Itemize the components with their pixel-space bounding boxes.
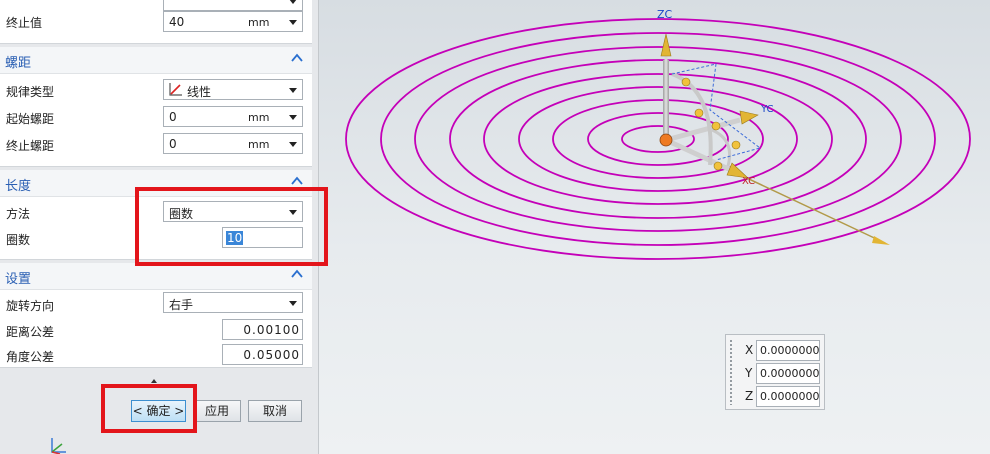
section-title: 长度 <box>5 179 32 194</box>
end-value-value: 40 <box>169 15 185 29</box>
x-coord-value: 0.0000000 <box>760 344 820 357</box>
coordinate-input-box: X 0.0000000 Y 0.0000000 Z 0.0000000 <box>725 334 825 410</box>
y-coord-input[interactable]: 0.0000000 <box>756 363 820 384</box>
x-axis-label: XC <box>742 176 755 187</box>
section-settings: 设置 旋转方向 右手 距离公差 0.00100 角度公差 0.05000 <box>0 263 312 368</box>
chevron-down-icon <box>289 88 297 93</box>
prev-field-partial[interactable] <box>163 0 303 11</box>
y-axis-label: YC <box>760 104 774 115</box>
chevron-up-icon[interactable] <box>290 51 304 65</box>
rotation-value: 右手 <box>169 298 194 312</box>
x-coord-label: X <box>745 343 754 357</box>
section-size-partial: 终止值 40 mm <box>0 0 312 44</box>
section-pitch: 螺距 规律类型 线性 起始螺距 0 mm 终止螺距 0 mm <box>0 47 312 167</box>
z-coord-label: Z <box>745 389 754 403</box>
chevron-down-icon <box>289 301 297 306</box>
end-pitch-unit: mm <box>248 138 270 151</box>
cancel-button[interactable]: 取消 <box>248 400 302 422</box>
rotation-select[interactable]: 右手 <box>163 292 303 313</box>
angle-tol-value: 0.05000 <box>243 348 300 362</box>
start-pitch-field[interactable]: 0 mm <box>163 106 303 127</box>
section-header-pitch[interactable]: 螺距 <box>0 47 312 74</box>
chevron-up-icon[interactable] <box>290 267 304 281</box>
law-type-value: 线性 <box>187 85 212 99</box>
origin-handle[interactable] <box>659 133 673 147</box>
chevron-up-icon[interactable] <box>290 174 304 188</box>
z-axis-arrow-icon[interactable] <box>660 33 672 57</box>
linear-law-icon <box>169 83 182 96</box>
end-value-field[interactable]: 40 mm <box>163 11 303 32</box>
section-title: 设置 <box>5 272 32 287</box>
chevron-down-icon <box>289 20 297 25</box>
apply-button[interactable]: 应用 <box>193 400 241 422</box>
angle-tol-input[interactable]: 0.05000 <box>222 344 303 365</box>
angle-tol-label: 角度公差 <box>6 350 55 364</box>
chevron-down-icon <box>289 115 297 120</box>
helix-spiral <box>345 18 971 260</box>
graphics-viewport[interactable]: ZC YC XC <box>318 0 990 454</box>
y-axis-arrow-icon[interactable] <box>739 110 759 125</box>
law-type-label: 规律类型 <box>6 85 55 99</box>
end-value-unit: mm <box>248 16 270 29</box>
view-triad-icon <box>51 438 66 454</box>
start-pitch-unit: mm <box>248 111 270 124</box>
start-pitch-value: 0 <box>169 110 177 124</box>
distance-tol-input[interactable]: 0.00100 <box>222 319 303 340</box>
turns-label: 圈数 <box>6 233 31 247</box>
section-title: 螺距 <box>5 56 32 71</box>
chevron-down-icon <box>289 142 297 147</box>
end-value-label: 终止值 <box>6 16 43 30</box>
z-axis-label: ZC <box>657 8 673 21</box>
end-pitch-value: 0 <box>169 137 177 151</box>
y-coord-value: 0.0000000 <box>760 367 820 380</box>
end-pitch-label: 终止螺距 <box>6 139 55 153</box>
rotation-label: 旋转方向 <box>6 299 55 313</box>
distance-tol-value: 0.00100 <box>243 323 300 337</box>
section-header-settings[interactable]: 设置 <box>0 263 312 290</box>
end-pitch-field[interactable]: 0 mm <box>163 133 303 154</box>
y-coord-label: Y <box>745 366 753 380</box>
resize-grip[interactable] <box>151 379 157 383</box>
x-axis-end-arrow-icon <box>872 236 890 245</box>
z-coord-input[interactable]: 0.0000000 <box>756 386 820 407</box>
law-type-select[interactable]: 线性 <box>163 79 303 100</box>
chevron-down-icon <box>289 0 297 4</box>
x-coord-input[interactable]: 0.0000000 <box>756 340 820 361</box>
drag-handle[interactable] <box>729 339 734 405</box>
method-label: 方法 <box>6 207 31 221</box>
distance-tol-label: 距离公差 <box>6 325 55 339</box>
z-coord-value: 0.0000000 <box>760 390 820 403</box>
highlight-ok-box <box>101 384 197 433</box>
start-pitch-label: 起始螺距 <box>6 112 55 126</box>
highlight-length-box <box>135 187 328 266</box>
